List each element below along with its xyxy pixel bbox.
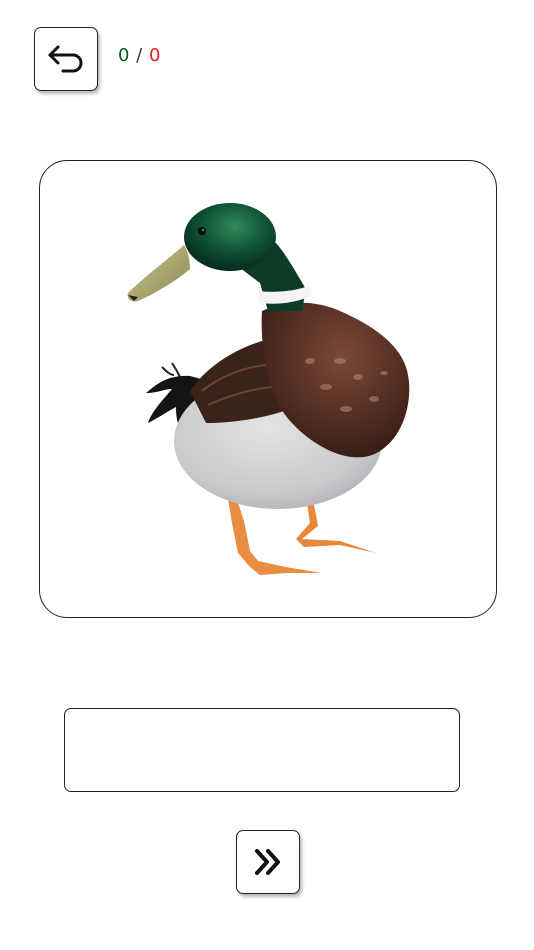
score-counter: 0 / 0 (118, 45, 161, 66)
next-button[interactable] (236, 830, 300, 894)
correct-count: 0 (118, 45, 130, 66)
score-separator: / (129, 45, 149, 66)
back-button[interactable] (34, 27, 98, 91)
undo-arrow-icon (48, 45, 83, 73)
image-card (39, 160, 497, 618)
answer-input[interactable] (64, 708, 460, 792)
double-chevron-right-icon (255, 849, 280, 875)
wrong-count: 0 (148, 45, 161, 66)
duck-image (127, 203, 410, 575)
